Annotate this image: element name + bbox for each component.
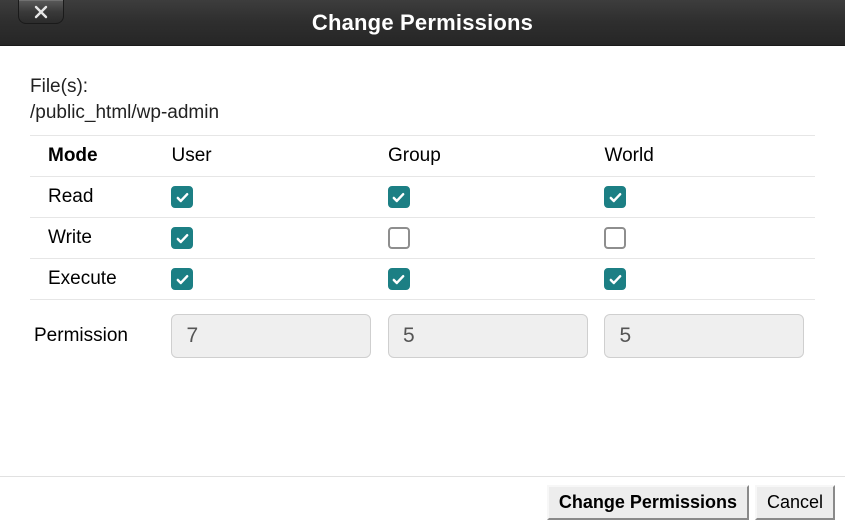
permission-world-input[interactable] (604, 314, 804, 358)
checkbox-execute-world[interactable] (604, 268, 626, 290)
header-world: World (598, 136, 815, 177)
row-write-label: Write (30, 218, 165, 259)
checkbox-write-user[interactable] (171, 227, 193, 249)
checkbox-read-world[interactable] (604, 186, 626, 208)
close-icon (34, 5, 48, 19)
checkbox-write-group[interactable] (388, 227, 410, 249)
file-block: File(s): /public_html/wp-admin (30, 74, 815, 131)
dialog-title: Change Permissions (0, 10, 845, 36)
titlebar: Change Permissions (0, 0, 845, 46)
checkbox-execute-group[interactable] (388, 268, 410, 290)
permission-label: Permission (30, 300, 165, 369)
row-write: Write (30, 218, 815, 259)
close-button[interactable] (18, 0, 64, 24)
checkbox-execute-user[interactable] (171, 268, 193, 290)
checkbox-write-world[interactable] (604, 227, 626, 249)
permission-group-input[interactable] (388, 314, 588, 358)
dialog-footer: Change Permissions Cancel (0, 476, 845, 528)
row-permission: Permission (30, 300, 815, 369)
table-header-row: Mode User Group World (30, 136, 815, 177)
checkbox-read-group[interactable] (388, 186, 410, 208)
header-user: User (165, 136, 382, 177)
header-mode: Mode (30, 136, 165, 177)
permission-user-input[interactable] (171, 314, 371, 358)
permissions-table: Mode User Group World Read Write Execute… (30, 135, 815, 368)
row-execute-label: Execute (30, 259, 165, 300)
files-path: /public_html/wp-admin (30, 100, 815, 126)
cancel-button[interactable]: Cancel (755, 485, 835, 520)
row-read: Read (30, 177, 815, 218)
change-permissions-button[interactable]: Change Permissions (547, 485, 749, 520)
header-group: Group (382, 136, 599, 177)
dialog-content: File(s): /public_html/wp-admin Mode User… (0, 46, 845, 378)
row-read-label: Read (30, 177, 165, 218)
row-execute: Execute (30, 259, 815, 300)
checkbox-read-user[interactable] (171, 186, 193, 208)
files-label: File(s): (30, 74, 815, 100)
